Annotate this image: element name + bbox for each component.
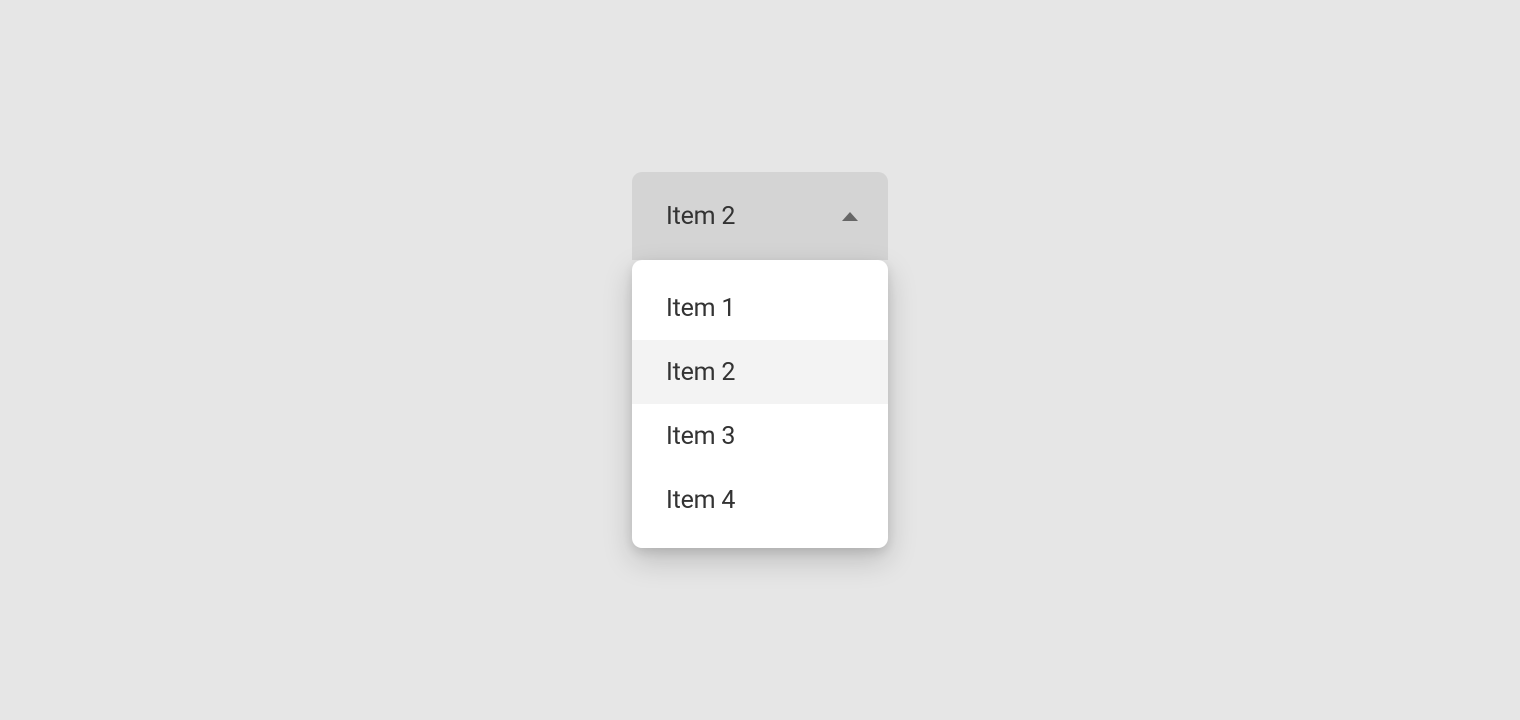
dropdown-option-label: Item 4 — [666, 486, 735, 515]
dropdown-option[interactable]: Item 1 — [632, 276, 888, 340]
chevron-up-icon — [842, 212, 858, 221]
dropdown-menu: Item 1 Item 2 Item 3 Item 4 — [632, 260, 888, 548]
dropdown-option[interactable]: Item 4 — [632, 468, 888, 532]
dropdown-option[interactable]: Item 2 — [632, 340, 888, 404]
dropdown-option-label: Item 1 — [666, 294, 735, 323]
dropdown-option-label: Item 2 — [666, 358, 735, 387]
dropdown-trigger[interactable]: Item 2 — [632, 172, 888, 260]
dropdown: Item 2 Item 1 Item 2 Item 3 Item 4 — [632, 172, 888, 548]
dropdown-option-label: Item 3 — [666, 422, 735, 451]
dropdown-option[interactable]: Item 3 — [632, 404, 888, 468]
dropdown-selected-label: Item 2 — [666, 202, 735, 231]
